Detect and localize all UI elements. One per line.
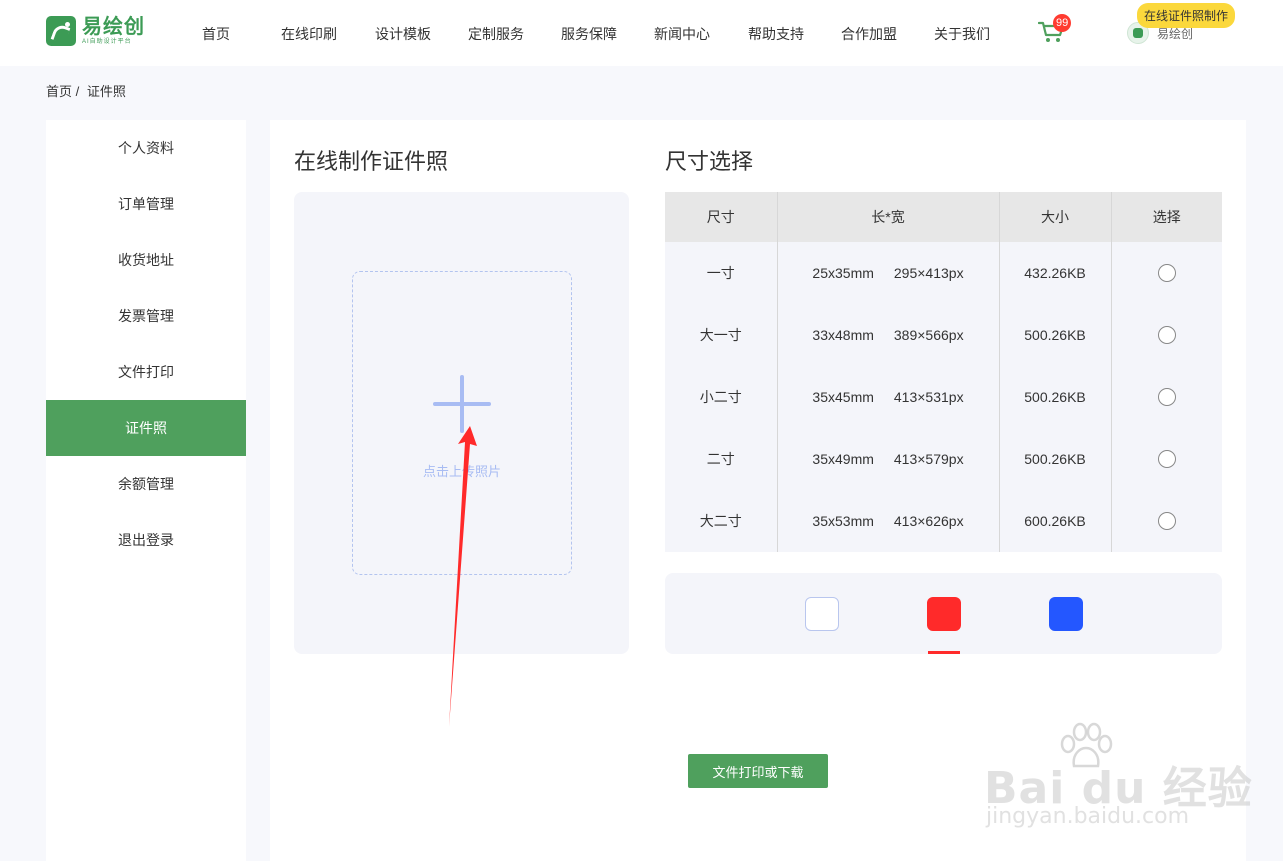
size-dimensions: 35x49mm 413×579px: [776, 428, 999, 490]
nav-partnership[interactable]: 合作加盟: [841, 24, 897, 44]
file-size: 500.26KB: [998, 304, 1111, 366]
nav-custom-service[interactable]: 定制服务: [468, 24, 524, 44]
tooltip-badge: 在线证件照制作: [1137, 3, 1236, 28]
sidebar-item-invoice[interactable]: 发票管理: [46, 288, 246, 344]
account-sidebar: 个人资料 订单管理 收货地址 发票管理 文件打印 证件照 余额管理 退出登录: [46, 120, 246, 861]
dimension-mm: 35x49mm: [812, 451, 874, 467]
size-name[interactable]: 小二寸: [665, 366, 777, 428]
cart-count-badge: 99: [1053, 14, 1072, 32]
file-size: 600.26KB: [998, 490, 1111, 552]
logo-text: 易绘创 AI自助设计平台: [82, 17, 145, 45]
baidu-watermark: Bai du 经验 jingyan.baidu.com: [984, 722, 1252, 834]
sidebar-item-address[interactable]: 收货地址: [46, 232, 246, 288]
print-or-download-button[interactable]: 文件打印或下载: [688, 754, 828, 788]
table-row[interactable]: 二寸 35x49mm 413×579px 500.26KB: [665, 428, 1222, 490]
breadcrumb: 首页 / 证件照: [46, 81, 130, 100]
nav-design-templates[interactable]: 设计模板: [375, 24, 431, 44]
file-size: 500.26KB: [998, 366, 1111, 428]
sidebar-item-balance[interactable]: 余额管理: [46, 456, 246, 512]
upload-hint: 点击上传照片: [422, 464, 501, 479]
size-radio[interactable]: [1157, 450, 1176, 469]
size-name[interactable]: 一寸: [665, 242, 777, 304]
size-dimensions: 25x35mm 295×413px: [776, 242, 999, 304]
size-radio[interactable]: [1157, 326, 1176, 345]
size-section-title: 尺寸选择: [665, 149, 754, 174]
size-table: 尺寸 长*宽 大小 选择 一寸 25x35mm 295×413px 432.26K…: [665, 192, 1222, 552]
table-header-row: 尺寸 长*宽 大小 选择: [665, 192, 1222, 242]
logo-subtitle: AI自助设计平台: [82, 39, 132, 45]
file-size: 432.26KB: [998, 242, 1111, 304]
table-row[interactable]: 小二寸 35x45mm 413×531px 500.26KB: [665, 366, 1222, 428]
color-swatch-white[interactable]: [805, 597, 839, 631]
dimension-mm: 35x53mm: [812, 513, 874, 529]
photo-upload-area[interactable]: 点击上传照片: [352, 271, 572, 575]
sidebar-item-id-photo[interactable]: 证件照: [46, 400, 246, 456]
table-row[interactable]: 大一寸 33x48mm 389×566px 500.26KB: [665, 304, 1222, 366]
breadcrumb-home[interactable]: 首页 /: [46, 84, 79, 99]
logo[interactable]: 易绘创 AI自助设计平台: [46, 16, 145, 46]
table-row[interactable]: 一寸 25x35mm 295×413px 432.26KB: [665, 242, 1222, 304]
dimension-mm: 33x48mm: [812, 327, 874, 343]
size-radio[interactable]: [1157, 388, 1176, 407]
col-header-select: 选择: [1110, 192, 1222, 242]
dimension-px: 413×579px: [893, 451, 964, 467]
watermark-url: jingyan.baidu.com: [986, 804, 1190, 829]
sidebar-item-logout[interactable]: 退出登录: [46, 512, 246, 568]
select-cell: [1110, 242, 1222, 304]
size-radio[interactable]: [1157, 512, 1176, 531]
dimension-px: 413×626px: [893, 513, 964, 529]
select-cell: [1110, 366, 1222, 428]
col-header-dimensions: 长*宽: [776, 192, 999, 242]
col-header-size: 尺寸: [665, 192, 777, 242]
sidebar-item-file-print[interactable]: 文件打印: [46, 344, 246, 400]
nav-about[interactable]: 关于我们: [934, 24, 990, 44]
plus-icon-vertical: [460, 375, 464, 433]
dimension-mm: 25x35mm: [812, 265, 874, 281]
table-row[interactable]: 大二寸 35x53mm 413×626px 600.26KB: [665, 490, 1222, 552]
size-radio[interactable]: [1157, 264, 1176, 283]
nav-service-guarantee[interactable]: 服务保障: [561, 24, 617, 44]
dimension-px: 295×413px: [893, 265, 964, 281]
size-dimensions: 35x53mm 413×626px: [776, 490, 999, 552]
select-cell: [1110, 428, 1222, 490]
dimension-mm: 35x45mm: [812, 389, 874, 405]
breadcrumb-current: 证件照: [86, 84, 126, 99]
color-swatch-blue[interactable]: [1049, 597, 1083, 631]
file-size: 500.26KB: [998, 428, 1111, 490]
size-name[interactable]: 二寸: [665, 428, 777, 490]
nav-help[interactable]: 帮助支持: [748, 24, 804, 44]
selected-color-indicator: [928, 651, 960, 654]
col-header-filesize: 大小: [998, 192, 1111, 242]
size-name[interactable]: 大二寸: [665, 490, 777, 552]
size-dimensions: 33x48mm 389×566px: [776, 304, 999, 366]
dimension-px: 413×531px: [893, 389, 964, 405]
nav-home[interactable]: 首页: [202, 24, 230, 44]
logo-icon: [46, 16, 76, 46]
sidebar-item-profile[interactable]: 个人资料: [46, 120, 246, 176]
select-cell: [1110, 304, 1222, 366]
select-cell: [1110, 490, 1222, 552]
dimension-px: 389×566px: [893, 327, 964, 343]
upload-section-title: 在线制作证件照: [294, 149, 449, 174]
upload-panel: 点击上传照片: [294, 192, 629, 654]
nav-online-print[interactable]: 在线印刷: [281, 24, 337, 44]
sidebar-item-orders[interactable]: 订单管理: [46, 176, 246, 232]
size-dimensions: 35x45mm 413×531px: [776, 366, 999, 428]
size-name[interactable]: 大一寸: [665, 304, 777, 366]
color-swatch-red[interactable]: [927, 597, 961, 631]
background-color-picker: [665, 573, 1222, 654]
logo-name: 易绘创: [82, 16, 145, 38]
top-header: 易绘创 AI自助设计平台 首页 在线印刷 设计模板 定制服务 服务保障 新闻中心…: [0, 0, 1283, 66]
nav-news[interactable]: 新闻中心: [654, 24, 710, 44]
